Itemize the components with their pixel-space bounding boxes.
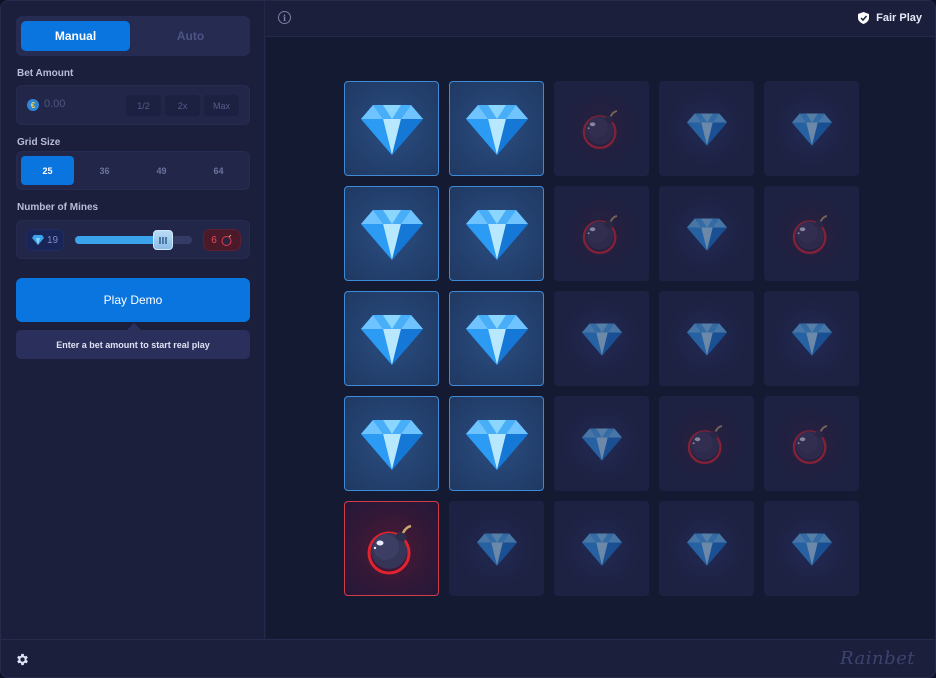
mines-slider[interactable] [75, 230, 192, 250]
revealed-gem-tile[interactable] [344, 291, 439, 386]
hidden-gem-tile[interactable] [554, 291, 649, 386]
bet-amount-field[interactable]: € 0.00 1/2 2x Max [16, 85, 250, 125]
bomb-icon [582, 109, 617, 149]
grid-size-option-64[interactable]: 64 [192, 156, 245, 185]
bomb-icon [792, 424, 827, 464]
half-bet-button[interactable]: 1/2 [126, 95, 161, 116]
gem-icon [360, 419, 423, 470]
hidden-bomb-tile[interactable] [554, 186, 649, 281]
gem-icon [791, 533, 832, 566]
grid-size-selector: 25 36 49 64 [16, 151, 250, 190]
revealed-gem-tile[interactable] [449, 81, 544, 176]
gem-icon [31, 235, 44, 245]
coin-icon: € [27, 99, 39, 111]
gem-icon [791, 323, 832, 356]
grid-size-option-36[interactable]: 36 [78, 156, 131, 185]
gear-icon[interactable] [15, 652, 30, 667]
bomb-icon [221, 234, 232, 246]
hidden-gem-tile[interactable] [659, 81, 754, 176]
hidden-bomb-tile[interactable] [764, 396, 859, 491]
hidden-bomb-tile[interactable] [554, 81, 649, 176]
hidden-gem-tile[interactable] [764, 291, 859, 386]
mode-tabs: Manual Auto [16, 16, 250, 56]
revealed-gem-tile[interactable] [449, 291, 544, 386]
max-bet-button[interactable]: Max [204, 95, 239, 116]
hidden-gem-tile[interactable] [659, 186, 754, 281]
real-play-hint: Enter a bet amount to start real play [16, 330, 250, 359]
gem-icon [791, 113, 832, 146]
gem-icon [465, 419, 528, 470]
shield-check-icon [858, 12, 870, 24]
bomb-icon [582, 214, 617, 254]
gem-icon [360, 314, 423, 365]
gem-icon [686, 533, 727, 566]
gem-icon [360, 104, 423, 155]
gem-count-badge: 19 [26, 229, 64, 251]
footer: Rainbet [1, 639, 935, 677]
gem-icon [581, 428, 622, 461]
grid-size-label: Grid Size [17, 137, 61, 148]
hit-bomb-tile[interactable] [344, 501, 439, 596]
hidden-gem-tile[interactable] [554, 501, 649, 596]
revealed-gem-tile[interactable] [449, 186, 544, 281]
gem-icon [686, 218, 727, 251]
bet-amount-input[interactable]: 0.00 [44, 98, 65, 110]
gem-icon [360, 209, 423, 260]
hidden-bomb-tile[interactable] [764, 186, 859, 281]
rainbet-logo: Rainbet [840, 648, 915, 669]
game-topbar: i Fair Play [266, 1, 935, 37]
hidden-gem-tile[interactable] [554, 396, 649, 491]
tab-auto[interactable]: Auto [136, 21, 245, 51]
gem-count: 19 [46, 234, 59, 246]
gem-icon [465, 104, 528, 155]
sidebar: Manual Auto Bet Amount € 0.00 1/2 2x Max… [1, 1, 265, 639]
slider-fill [75, 236, 163, 244]
fair-play-button[interactable]: Fair Play [858, 12, 922, 24]
mine-count-badge: 6 [203, 229, 241, 251]
gem-icon [476, 533, 517, 566]
tab-manual[interactable]: Manual [21, 21, 130, 51]
bet-amount-label: Bet Amount [17, 68, 74, 79]
gem-icon [465, 209, 528, 260]
hidden-gem-tile[interactable] [764, 81, 859, 176]
hidden-bomb-tile[interactable] [659, 396, 754, 491]
info-icon[interactable]: i [278, 11, 291, 24]
gem-icon [581, 533, 622, 566]
mines-label: Number of Mines [17, 202, 99, 213]
fair-play-label: Fair Play [876, 12, 922, 24]
hidden-gem-tile[interactable] [764, 501, 859, 596]
mines-game-window: Manual Auto Bet Amount € 0.00 1/2 2x Max… [0, 0, 936, 678]
grid-size-option-25[interactable]: 25 [21, 156, 74, 185]
revealed-gem-tile[interactable] [344, 396, 439, 491]
revealed-gem-tile[interactable] [344, 81, 439, 176]
revealed-gem-tile[interactable] [449, 396, 544, 491]
gem-icon [686, 113, 727, 146]
gem-icon [686, 323, 727, 356]
bomb-icon [792, 214, 827, 254]
mines-selector: 19 6 [16, 220, 250, 259]
gem-icon [465, 314, 528, 365]
grid-size-option-49[interactable]: 49 [135, 156, 188, 185]
double-bet-button[interactable]: 2x [165, 95, 200, 116]
revealed-gem-tile[interactable] [344, 186, 439, 281]
mine-count: 6 [211, 234, 217, 246]
hidden-gem-tile[interactable] [659, 501, 754, 596]
game-area: i Fair Play [266, 1, 935, 639]
slider-thumb[interactable] [152, 230, 173, 250]
hint-arrow [127, 323, 141, 330]
play-demo-button[interactable]: Play Demo [16, 278, 250, 322]
mines-board [344, 81, 859, 596]
bomb-icon [367, 524, 411, 574]
bomb-icon [687, 424, 722, 464]
hidden-gem-tile[interactable] [449, 501, 544, 596]
gem-icon [581, 323, 622, 356]
hidden-gem-tile[interactable] [659, 291, 754, 386]
